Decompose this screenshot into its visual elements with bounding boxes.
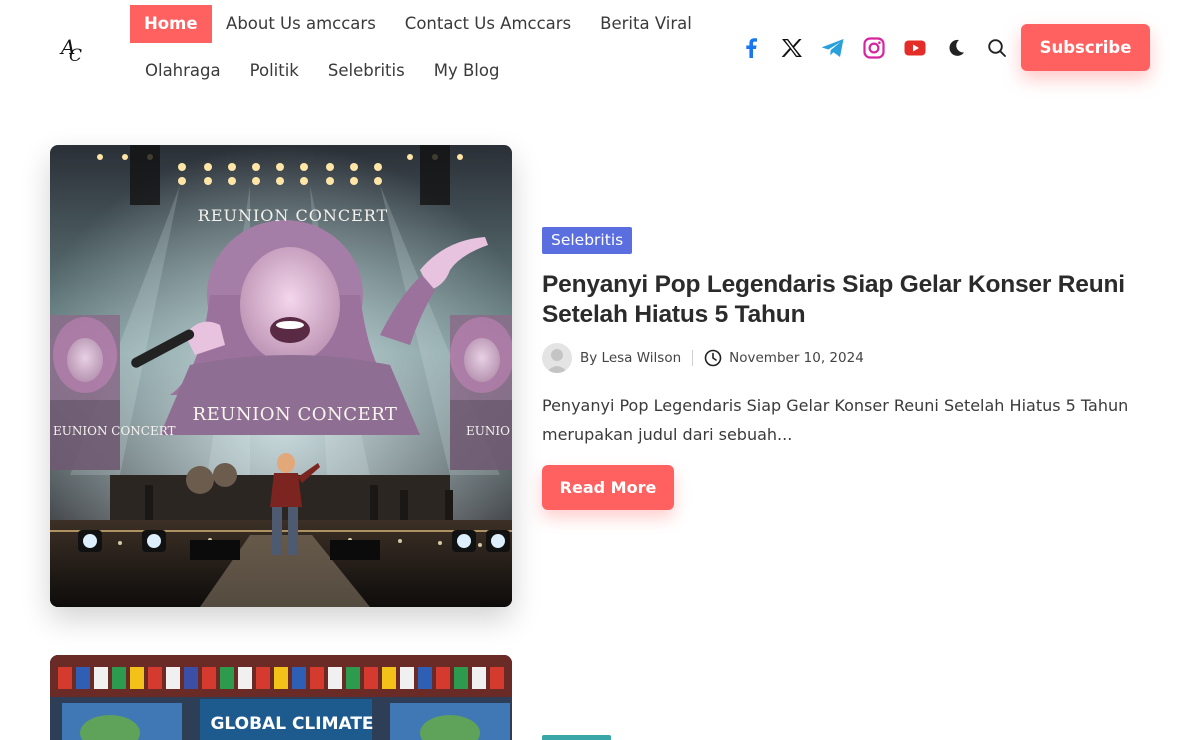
nav-item-home[interactable]: Home (130, 5, 212, 43)
image-caption-left: EUNION CONCERT (53, 424, 176, 438)
post-date: November 10, 2024 (729, 350, 864, 366)
youtube-icon[interactable] (902, 35, 928, 61)
header-social-links (738, 34, 1010, 62)
x-icon[interactable] (779, 35, 805, 61)
read-more-button[interactable]: Read More (542, 465, 674, 510)
main-navigation: Home About Us amccars Contact Us Amccars… (130, 5, 720, 90)
meta-divider (692, 350, 694, 366)
nav-item-contact[interactable]: Contact Us Amccars (390, 5, 585, 43)
image-caption-top: REUNION CONCERT (198, 206, 388, 225)
image-caption-right: EUNIO CONC (466, 424, 512, 438)
image-caption-middle: REUNION CONCERT (193, 404, 398, 425)
post-category-badge[interactable]: Selebritis (542, 227, 633, 254)
post-author[interactable]: By Lesa Wilson (580, 350, 681, 366)
next-post-thumbnail[interactable]: GLOBAL CLIMATE (50, 655, 512, 740)
concert-image: REUNION CONCERT REUNION CONCERT EUNION C… (50, 145, 512, 607)
nav-row-primary: Home About Us amccars Contact Us Amccars… (130, 5, 720, 43)
post-excerpt: Penyanyi Pop Legendaris Siap Gelar Konse… (542, 396, 1129, 444)
nav-item-selebritis[interactable]: Selebritis (313, 52, 419, 90)
post-meta: By Lesa Wilson November 10, 2024 (542, 343, 864, 373)
telegram-icon[interactable] (820, 35, 846, 61)
facebook-icon[interactable] (738, 35, 764, 61)
nav-item-about[interactable]: About Us amccars (212, 5, 391, 43)
nav-item-olahraga[interactable]: Olahraga (130, 52, 235, 90)
next-post-category-badge[interactable] (542, 735, 611, 740)
dark-mode-icon[interactable] (943, 35, 969, 61)
subscribe-button[interactable]: Subscribe (1021, 24, 1150, 71)
nav-item-my-blog[interactable]: My Blog (419, 52, 514, 90)
nav-item-berita-viral[interactable]: Berita Viral (586, 5, 707, 43)
clock-icon (704, 349, 722, 367)
post-title[interactable]: Penyanyi Pop Legendaris Siap Gelar Konse… (542, 270, 1162, 330)
next-post-image-caption: GLOBAL CLIMATE (210, 714, 373, 734)
logo-letter-c: C (69, 46, 82, 66)
author-avatar[interactable] (542, 343, 572, 373)
site-logo[interactable]: A C (58, 32, 88, 66)
nav-item-politik[interactable]: Politik (235, 52, 313, 90)
climate-summit-image: GLOBAL CLIMATE (50, 655, 512, 740)
nav-row-secondary: Olahraga Politik Selebritis My Blog (130, 52, 720, 90)
instagram-icon[interactable] (861, 35, 887, 61)
search-icon[interactable] (984, 35, 1010, 61)
post-thumbnail[interactable]: REUNION CONCERT REUNION CONCERT EUNION C… (50, 145, 512, 607)
